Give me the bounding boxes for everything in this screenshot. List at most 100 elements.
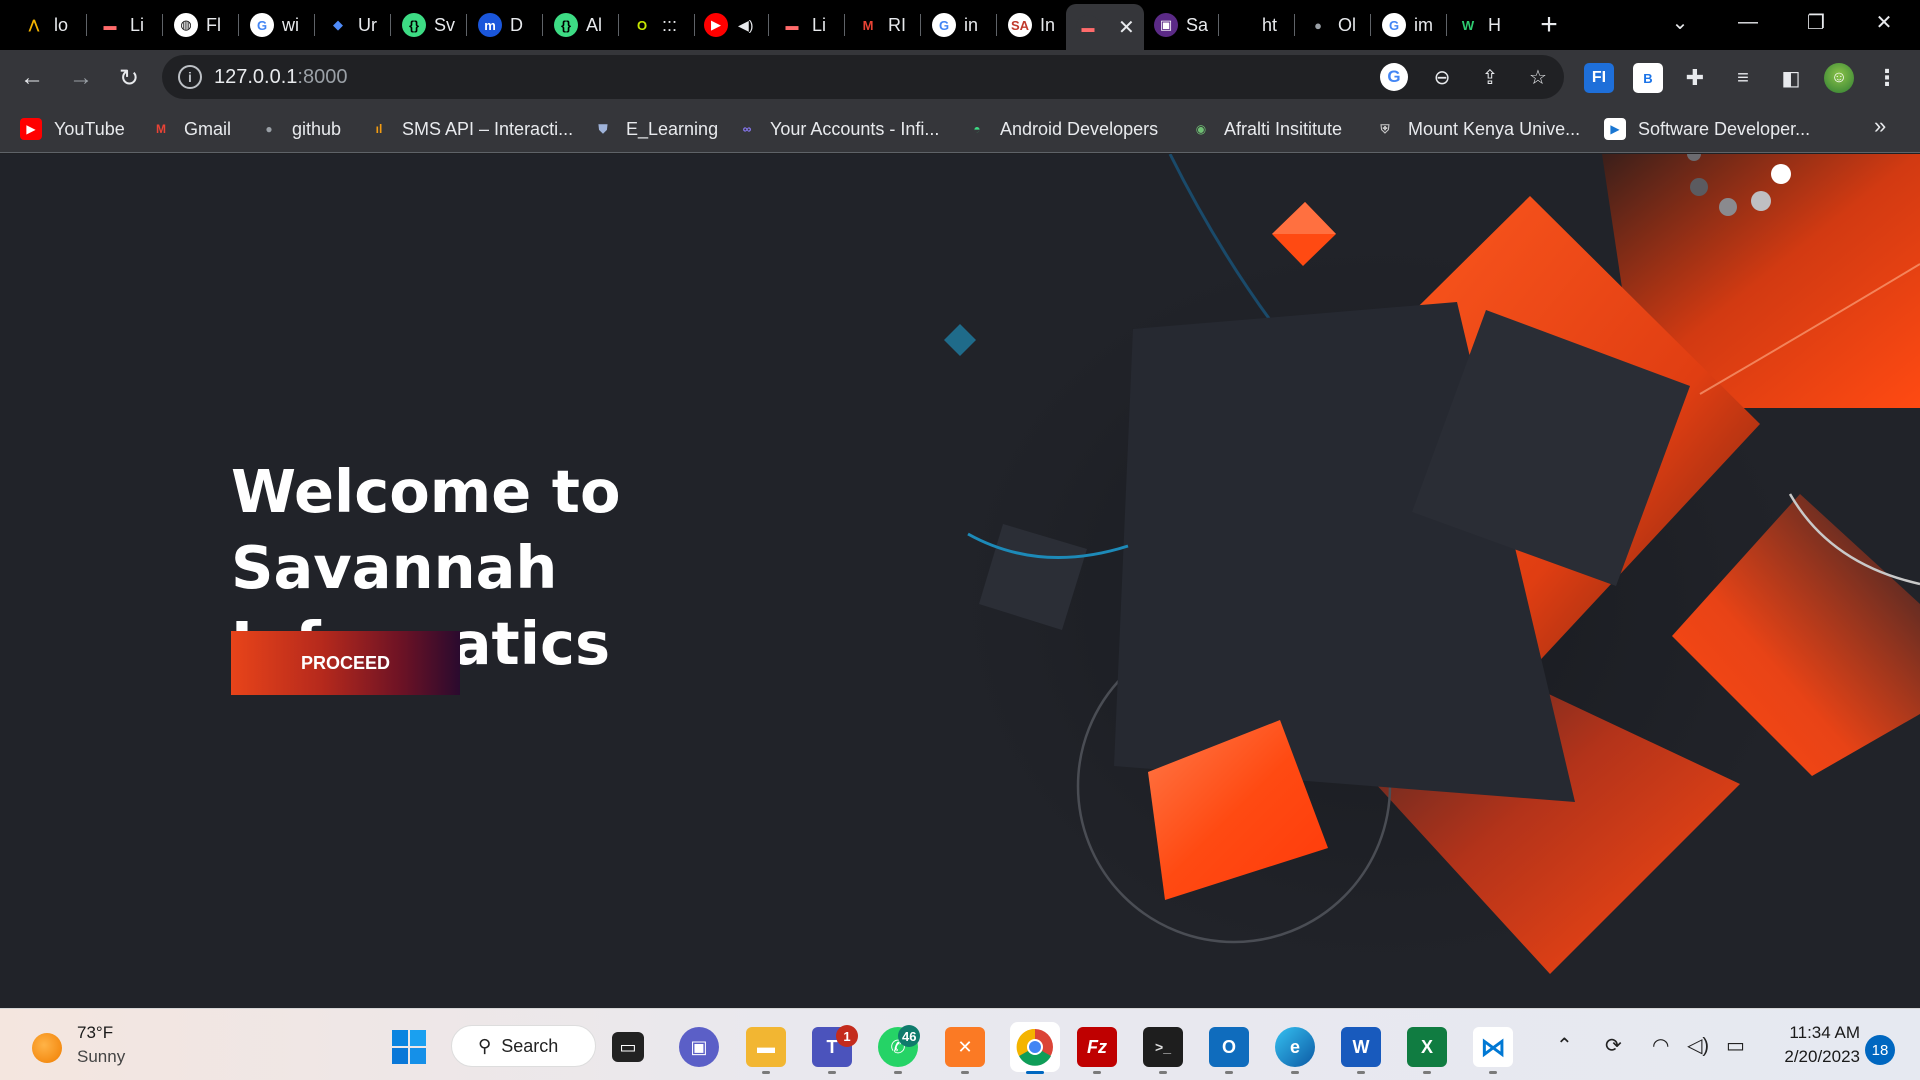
browser-tab[interactable]: ▶ ◀) [694,8,766,42]
excel-indicator [1423,1071,1431,1074]
bookmark-label: YouTube [54,118,125,139]
gmail-icon: M [856,13,880,37]
sms-api-icon: ıl [375,122,383,136]
bookmark-item[interactable]: ● github [258,115,341,143]
taskbar-search[interactable]: ⚲ Search [451,1025,596,1067]
notification-count-badge[interactable]: 18 [1865,1035,1895,1065]
browser-tab[interactable]: mD [468,8,540,42]
browser-tab[interactable]: ▬ ✕ [1066,4,1144,50]
new-tab-button[interactable]: + [1532,8,1566,42]
chrome-indicator [1026,1071,1044,1074]
volume-icon[interactable]: ◁) [1687,1033,1709,1058]
browser-tab[interactable]: Gin [922,8,994,42]
menu-kebab-icon[interactable]: ⋮ [1872,63,1902,93]
sun-weather-icon[interactable] [32,1033,62,1063]
media-controls-icon[interactable]: ≡ [1728,63,1758,93]
olympic-ring-icon: O [630,13,654,37]
bookmark-item[interactable]: ∞ Your Accounts - Infi... [736,115,940,143]
bookmark-item[interactable]: ▶ YouTube [20,115,125,143]
bookmark-star-icon[interactable]: ☆ [1524,63,1552,91]
tab-separator [314,14,315,36]
tab-title: Li [812,14,827,35]
chrome-icon[interactable] [1010,1022,1060,1072]
edge-icon[interactable]: e [1275,1027,1315,1067]
back-icon[interactable]: ← [14,60,50,96]
more-bookmarks-icon[interactable]: » [1874,113,1886,139]
zoom-icon[interactable]: ⊖ [1428,63,1456,91]
browser-tab[interactable]: O::: [620,8,692,42]
extensions-puzzle-icon[interactable]: ✚ [1680,63,1710,93]
youtube-icon: ▶ [704,13,728,37]
browser-tab[interactable]: ⋀ lo [12,8,84,42]
share-icon[interactable]: ⇪ [1476,63,1504,91]
clock-time[interactable]: 11:34 AM [1770,1023,1860,1043]
browser-tab[interactable]: SA In [998,8,1062,42]
browser-tab[interactable]: ht [1220,8,1292,42]
purple-app-icon: ▣ [1154,13,1178,37]
forward-icon[interactable]: → [63,60,99,96]
bookmark-item[interactable]: ⛊ E_Learning [592,115,718,143]
reload-icon[interactable]: ↻ [111,60,147,96]
address-bar[interactable]: i 127.0.0.1:8000 G ⊖ ⇪ ☆ [162,55,1564,99]
restore-icon[interactable]: ❐ [1786,0,1846,44]
filezilla-icon[interactable]: Fz [1077,1027,1117,1067]
browser-tab[interactable]: ◍ Fl [164,8,236,42]
browser-tab[interactable]: {} Al [544,8,616,42]
vscode-icon[interactable]: ⋈ [1473,1027,1513,1067]
side-panel-icon[interactable]: ◧ [1776,63,1806,93]
fi-extension-icon[interactable]: FI [1584,63,1614,93]
battery-icon[interactable]: ▭ [1726,1033,1745,1058]
browser-tab[interactable]: ● Ol [1296,8,1368,42]
minimize-icon[interactable]: — [1718,0,1778,44]
google-lens-icon[interactable]: G [1380,63,1408,91]
weather-temperature[interactable]: 73°F [77,1023,113,1043]
file-explorer-icon[interactable]: ▬ [746,1027,786,1067]
weather-condition[interactable]: Sunny [77,1047,125,1067]
excel-icon[interactable]: X [1407,1027,1447,1067]
windows-taskbar: 73°F Sunny ⚲ Search ▭ ▣ ▬ T 1 ✆ 46 ✕ Fz >… [0,1008,1920,1080]
outlook-icon[interactable]: O [1209,1027,1249,1067]
profile-avatar[interactable]: ☺ [1824,63,1854,93]
tab-title: H [1488,14,1501,35]
browser-tab[interactable]: Gwi [240,8,312,42]
browser-tab[interactable]: {} Sv [392,8,464,42]
bookmark-label: Mount Kenya Unive... [1408,118,1581,139]
url-text[interactable]: 127.0.0.1:8000 [214,66,347,89]
bookmark-item[interactable]: ıl SMS API – Interacti... [368,115,573,143]
tab-search-chevron-icon[interactable]: ⌄ [1650,0,1710,44]
browser-tab[interactable]: WH [1446,8,1518,42]
browser-tab[interactable]: M RI [846,8,918,42]
search-icon: ⚲ [478,1035,492,1056]
close-window-icon[interactable]: ✕ [1854,0,1914,44]
terminal-icon[interactable]: >_ [1143,1027,1183,1067]
bookmark-label: Your Accounts - Infi... [770,118,940,139]
word-icon[interactable]: W [1341,1027,1381,1067]
sync-icon[interactable]: ⟳ [1605,1033,1622,1058]
close-tab-icon[interactable]: ✕ [1118,15,1135,40]
browser-tab[interactable]: Gim [1372,8,1444,42]
infinity-icon: ∞ [742,122,752,136]
task-view-icon[interactable]: ▭ [612,1032,644,1062]
browser-tab[interactable]: ◆ Ur [316,8,388,42]
windows-start-icon[interactable] [389,1027,429,1067]
xampp-icon[interactable]: ✕ [945,1027,985,1067]
browser-tab[interactable]: ▬ Li [88,8,160,42]
bookmark-item[interactable]: ◓ Android Developers [966,115,1158,143]
bookmark-item[interactable]: ▶ Software Developer... [1604,115,1810,143]
browser-tab[interactable]: ▬ Li [770,8,842,42]
tab-title: RI [888,14,906,35]
site-info-icon[interactable]: i [178,65,202,89]
browser-tab[interactable]: ▣ Sa [1144,8,1216,42]
b-extension-icon[interactable]: B [1633,63,1663,93]
play-square-icon: ▶ [1604,118,1626,140]
tab-audio-icon[interactable]: ◀) [738,17,753,34]
proceed-button[interactable]: PROCEED [231,631,460,695]
android-icon: ◓ [973,122,981,136]
bookmark-item[interactable]: M Gmail [150,115,231,143]
teams-chat-icon[interactable]: ▣ [679,1027,719,1067]
clock-date[interactable]: 2/20/2023 [1760,1047,1860,1067]
wifi-icon[interactable]: ◠ [1652,1033,1669,1058]
bookmark-item[interactable]: ◉ Afralti Insititute [1190,115,1342,143]
show-hidden-icons-chevron-icon[interactable]: ⌃ [1556,1033,1573,1058]
bookmark-item[interactable]: ⛨ Mount Kenya Unive... [1374,115,1580,143]
